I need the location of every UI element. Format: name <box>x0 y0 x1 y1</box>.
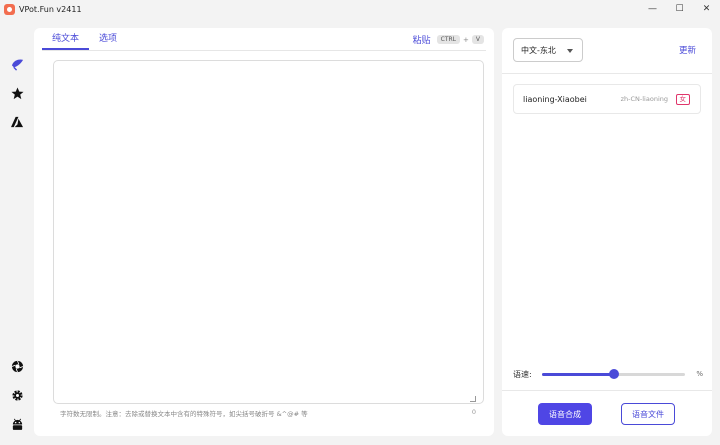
tab-options[interactable]: 选项 <box>89 28 127 50</box>
refresh-button[interactable]: 更新 <box>679 44 696 56</box>
audio-file-button[interactable]: 语音文件 <box>621 403 675 425</box>
plus-sign: + <box>463 35 469 44</box>
paste-button[interactable]: 粘贴 <box>413 33 431 46</box>
text-panel: 纯文本 选项 粘贴 CTRL + V 字符数无限制。注意：去除或替换文本中含有的… <box>34 28 494 436</box>
character-count: 0 <box>471 408 476 416</box>
speed-label: 语速: <box>513 369 532 379</box>
tab-plain-text[interactable]: 纯文本 <box>42 28 90 50</box>
speed-slider[interactable] <box>542 368 685 379</box>
minimize-button[interactable]: — <box>639 0 666 18</box>
tab-bar: 纯文本 选项 <box>42 28 127 50</box>
panel-divider <box>502 73 712 74</box>
title-bar: VPot.Fun v2411 — ☐ ✕ <box>0 0 720 18</box>
maximize-button[interactable]: ☐ <box>666 0 693 18</box>
panel-divider-bottom <box>502 390 712 391</box>
star-icon[interactable] <box>9 85 25 101</box>
tab-divider <box>42 50 486 51</box>
chevron-down-icon <box>567 49 573 53</box>
text-input-area[interactable] <box>53 60 484 404</box>
gear-icon[interactable] <box>9 387 25 403</box>
speed-slider-fill <box>542 372 614 376</box>
speed-slider-thumb[interactable] <box>608 368 619 379</box>
speed-control: 语速: % <box>513 366 703 382</box>
android-icon[interactable] <box>9 416 25 432</box>
close-button[interactable]: ✕ <box>693 0 720 18</box>
language-select[interactable]: 中文-东北 <box>513 38 583 62</box>
voice-list-item[interactable]: liaoning-Xiaobei zh-CN-liaoning 女 <box>513 84 701 114</box>
gender-badge: 女 <box>675 93 690 105</box>
azure-icon[interactable] <box>9 114 25 130</box>
synthesize-button[interactable]: 语音合成 <box>538 403 592 425</box>
voice-name: liaoning-Xiaobei <box>523 94 587 104</box>
resize-handle-icon[interactable] <box>470 396 476 402</box>
app-logo-icon <box>4 3 15 15</box>
sidebar <box>0 18 34 445</box>
aperture-icon[interactable] <box>9 358 25 374</box>
language-select-value: 中文-东北 <box>521 45 556 55</box>
paste-shortcut[interactable]: 粘贴 CTRL + V <box>413 33 484 46</box>
voice-locale: zh-CN-liaoning <box>620 95 668 103</box>
window-title: VPot.Fun v2411 <box>19 4 82 14</box>
window-controls: — ☐ ✕ <box>639 0 720 18</box>
ctrl-key-badge: CTRL <box>436 35 461 44</box>
v-key-badge: V <box>471 35 484 44</box>
feather-icon[interactable] <box>9 56 25 72</box>
speed-unit: % <box>696 370 703 378</box>
voice-panel: 中文-东北 更新 liaoning-Xiaobei zh-CN-liaoning… <box>502 28 712 436</box>
input-hint: 字符数无限制。注意：去除或替换文本中含有的特殊符号，如尖括号破折号 &^@# 等 <box>60 410 308 418</box>
